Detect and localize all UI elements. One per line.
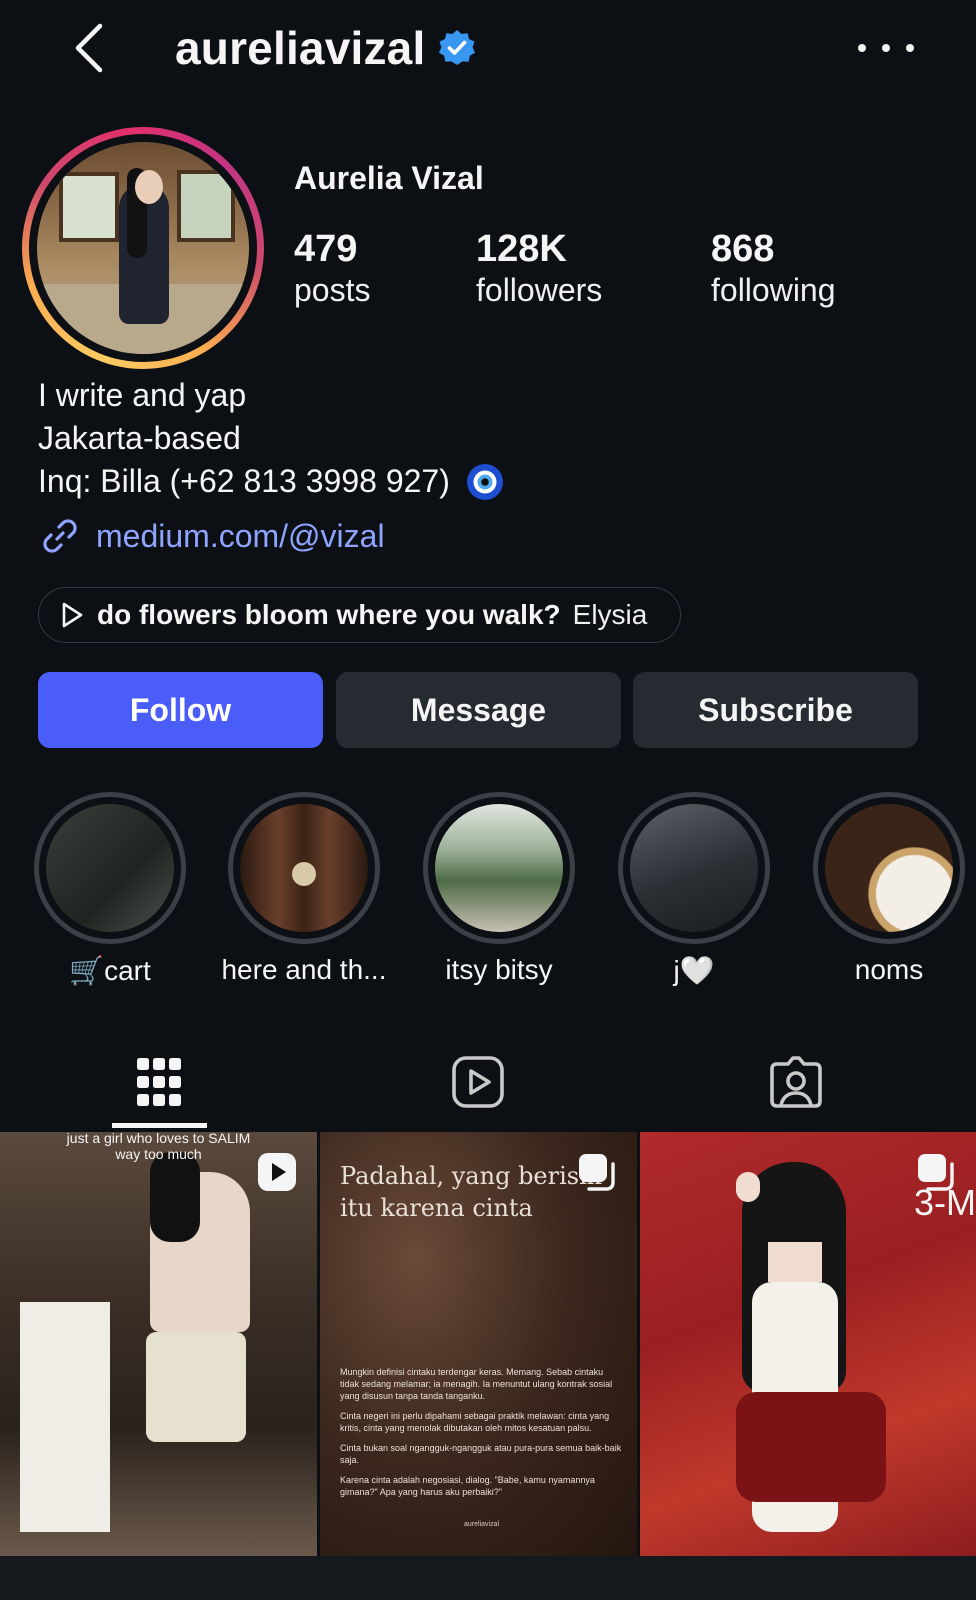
tab-posts-grid[interactable] (109, 1040, 209, 1124)
highlight-cover (825, 804, 953, 932)
bio-line-3-wrap: Inq: Billa (+62 813 3998 927) (38, 460, 504, 503)
bio-line-2: Jakarta-based (38, 420, 241, 456)
grid-icon (137, 1058, 181, 1106)
active-tab-indicator (112, 1123, 207, 1128)
stat-following-value: 868 (711, 228, 775, 270)
profile-header: aureliavizal (0, 0, 976, 96)
music-title: do flowers bloom where you walk? (97, 599, 561, 630)
stat-followers-value: 128K (476, 228, 567, 270)
dot (906, 44, 914, 52)
highlight-ring (423, 792, 575, 944)
verified-badge-icon (439, 30, 476, 65)
highlight-cover (435, 804, 563, 932)
post-tile[interactable]: 3-M (640, 1132, 976, 1556)
highlight-ring (228, 792, 380, 944)
highlight-j[interactable]: j🤍 (599, 792, 789, 987)
stat-following[interactable]: 868 following (711, 228, 836, 310)
highlight-ring (618, 792, 770, 944)
highlight-ring (813, 792, 965, 944)
play-icon (62, 602, 83, 628)
post3-ear (736, 1172, 760, 1202)
profile-link-text: medium.com/@vizal (96, 517, 385, 554)
carousel-indicator-icon (918, 1154, 954, 1191)
avatar-gap (29, 134, 257, 362)
avatar (37, 142, 249, 354)
post2-paragraph: Cinta negeri ini perlu dipahami sebagai … (340, 1411, 610, 1433)
posts-grid-next-row (0, 1556, 976, 1600)
post-tile[interactable]: Padahal, yang berisik itu karena cinta M… (320, 1132, 637, 1556)
highlight-label: itsy bitsy (445, 954, 553, 985)
more-horizontal-icon (858, 44, 866, 52)
posts-grid: just a girl who loves to SALIM way too m… (0, 1132, 976, 1600)
tagged-icon (770, 1056, 822, 1108)
post2-paragraph: Cinta bukan soal ngangguk-ngangguk atau … (340, 1443, 622, 1465)
highlight-noms[interactable]: noms (794, 792, 976, 986)
post2-credit: aureliavizal (464, 1521, 500, 1528)
post3-neck (768, 1242, 822, 1282)
link-icon (43, 519, 77, 553)
post-tile[interactable]: just a girl who loves to SALIM way too m… (0, 1132, 317, 1556)
back-button[interactable] (70, 22, 114, 74)
chevron-left-icon (75, 23, 103, 73)
subscribe-button[interactable]: Subscribe (633, 672, 918, 748)
post2-paragraph: Mungkin definisi cintaku terdengar keras… (340, 1367, 613, 1401)
bio-line-3: Inq: Billa (+62 813 3998 927) (38, 463, 450, 499)
highlight-here-and-there[interactable]: here and th... (209, 792, 399, 986)
dot (882, 44, 890, 52)
display-name: Aurelia Vizal (294, 160, 484, 196)
highlight-cover (46, 804, 174, 932)
highlight-ring (34, 792, 186, 944)
avatar-window (177, 170, 235, 242)
stat-posts[interactable]: 479 posts (294, 228, 370, 310)
avatar-window (59, 172, 119, 242)
stat-followers[interactable]: 128K followers (476, 228, 602, 310)
music-artist: Elysia (572, 599, 648, 630)
stat-posts-value: 479 (294, 228, 358, 270)
profile-avatar-story-ring[interactable] (22, 127, 264, 369)
avatar-head (135, 170, 163, 204)
highlight-label: here and th... (221, 954, 387, 985)
highlight-label: noms (854, 954, 924, 985)
more-options-button[interactable] (858, 30, 914, 66)
profile-tabs (0, 1040, 976, 1132)
reel-indicator-icon (258, 1153, 296, 1191)
post1-table (20, 1302, 110, 1532)
post2-paragraph: Karena cinta adalah negosiasi, dialog. "… (340, 1475, 595, 1497)
highlight-cover (630, 804, 758, 932)
highlight-label: j🤍 (673, 955, 715, 986)
message-button[interactable]: Message (336, 672, 621, 748)
highlight-cart[interactable]: 🛒cart (15, 792, 205, 987)
tab-tagged[interactable] (746, 1040, 846, 1124)
post1-skirt (146, 1332, 246, 1442)
post2-body: Mungkin definisi cintaku terdengar keras… (340, 1366, 622, 1506)
stat-followers-label: followers (476, 272, 603, 308)
username: aureliavizal (175, 22, 426, 74)
tab-reels[interactable] (428, 1040, 528, 1124)
follow-button[interactable]: Follow (38, 672, 323, 748)
username-title: aureliavizal (175, 18, 477, 78)
post2-title: Padahal, yang berisik itu karena cinta (340, 1162, 602, 1222)
nazar-amulet-icon (466, 463, 503, 500)
highlight-cover (240, 804, 368, 932)
profile-link[interactable]: medium.com/@vizal (38, 514, 385, 558)
carousel-indicator-icon (579, 1154, 615, 1191)
profile-music-pill[interactable]: do flowers bloom where you walk? Elysia (38, 587, 681, 643)
highlight-itsy-bitsy[interactable]: itsy bitsy (404, 792, 594, 986)
bio: I write and yap Jakarta-based Inq: Billa… (38, 374, 504, 503)
highlight-label: 🛒cart (69, 955, 151, 986)
post1-hair (150, 1152, 200, 1242)
post3-bag (736, 1392, 886, 1502)
reels-icon (452, 1056, 504, 1108)
stat-posts-label: posts (294, 272, 371, 308)
bio-line-1: I write and yap (38, 377, 247, 413)
stat-following-label: following (711, 272, 836, 308)
